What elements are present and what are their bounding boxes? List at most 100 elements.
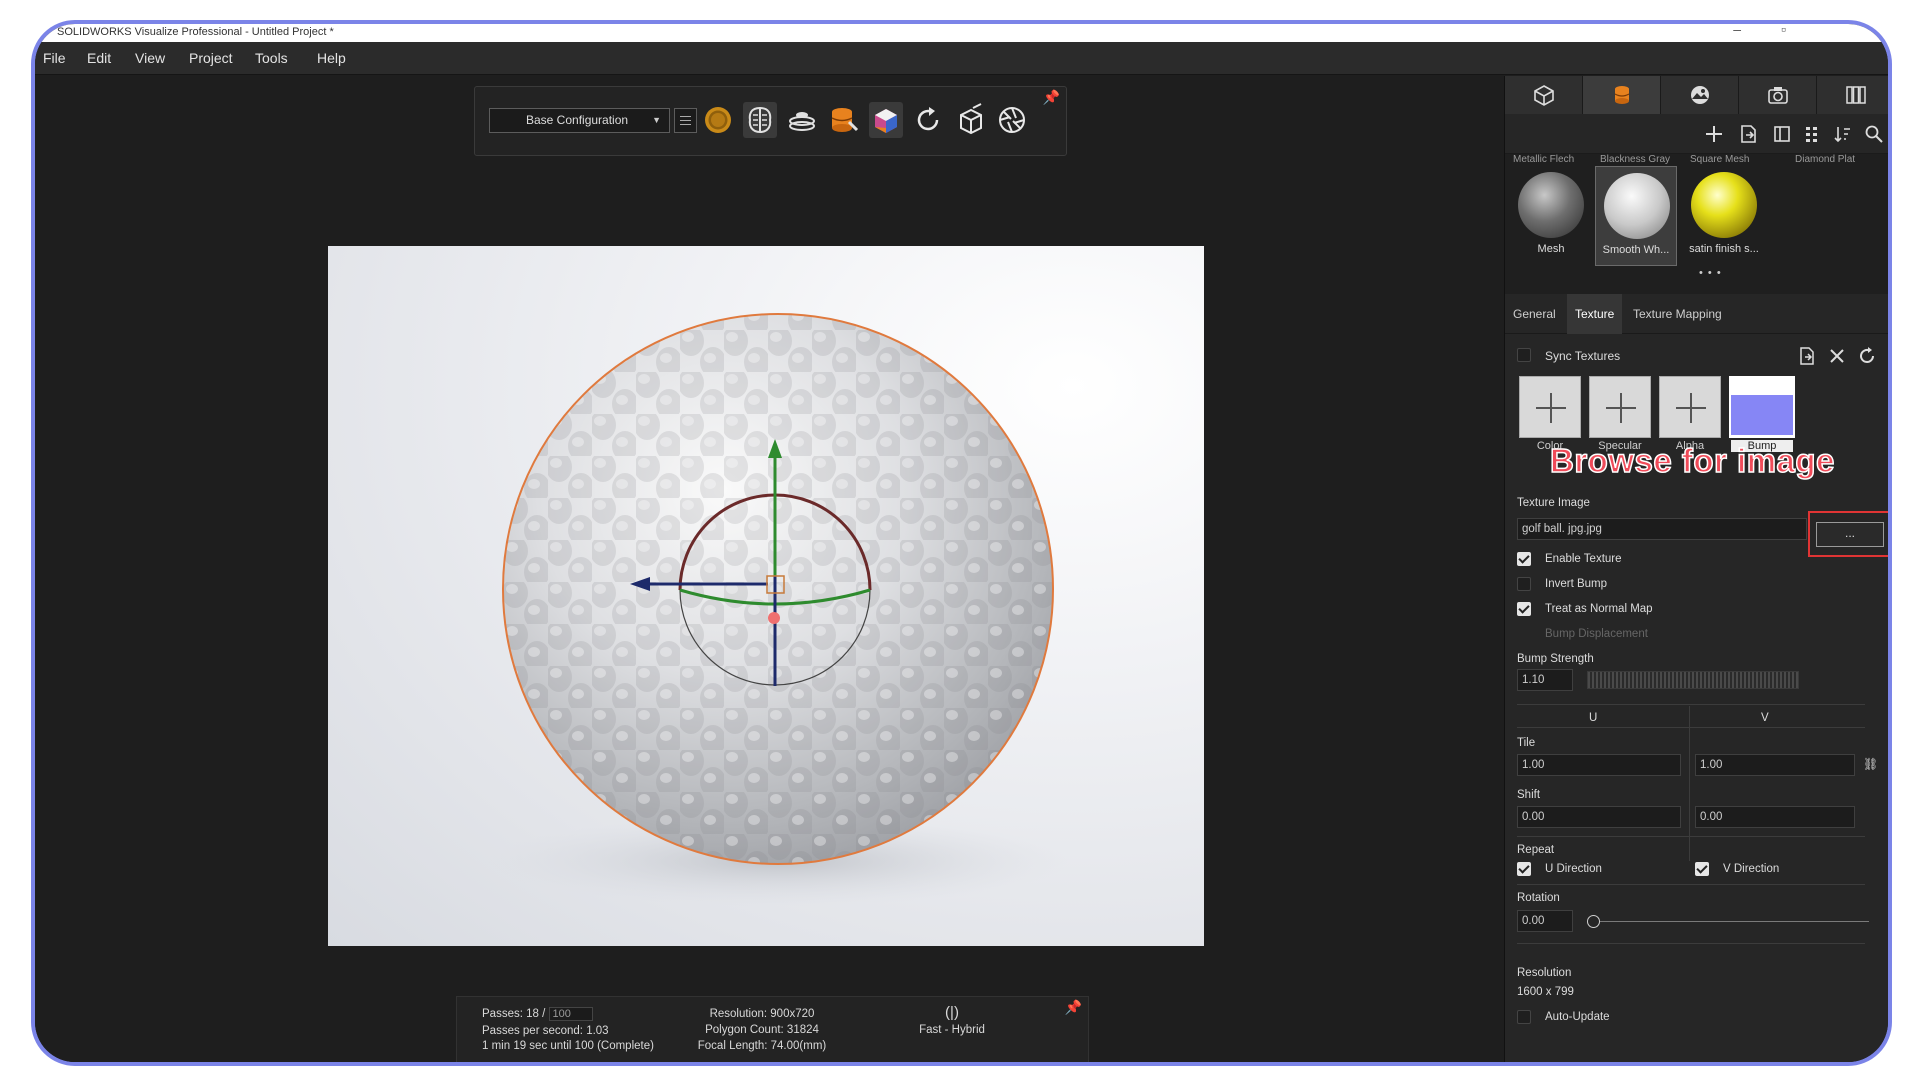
passes-label: Passes: 18 / — [482, 1008, 546, 1020]
u-direction-checkbox[interactable] — [1517, 862, 1531, 876]
shift-v-input[interactable]: 0.00 — [1695, 806, 1855, 828]
tile-label: Tile — [1517, 737, 1536, 749]
configuration-list-button[interactable] — [674, 108, 697, 133]
split-view-icon[interactable] — [1771, 123, 1793, 145]
tab-libraries[interactable] — [1817, 76, 1888, 114]
enable-texture-label: Enable Texture — [1545, 553, 1622, 565]
tab-texture[interactable]: Texture — [1567, 294, 1623, 334]
menu-file[interactable]: File — [43, 50, 66, 66]
auto-update-checkbox[interactable] — [1517, 1010, 1531, 1024]
browse-image-button[interactable]: ... — [1816, 522, 1884, 547]
tab-general[interactable]: General — [1505, 294, 1564, 334]
bump-displacement-label: Bump Displacement — [1545, 628, 1648, 640]
ai-denoiser-button[interactable] — [743, 102, 777, 138]
annotation-label: Browse for image — [1549, 441, 1835, 480]
minimize-icon[interactable]: – — [1733, 24, 1781, 37]
tab-appearances[interactable] — [1583, 76, 1661, 114]
rendered-golf-ball — [488, 313, 1068, 906]
database-button[interactable] — [827, 102, 861, 138]
load-texture-icon[interactable] — [1797, 346, 1817, 366]
grid-view-icon[interactable] — [1801, 123, 1823, 145]
bump-texture-slot[interactable] — [1729, 376, 1795, 438]
menu-view[interactable]: View — [135, 50, 165, 66]
tab-models[interactable] — [1505, 76, 1583, 114]
rotation-slider-track[interactable] — [1587, 921, 1869, 922]
refresh-button[interactable] — [911, 102, 945, 138]
library-item-mesh[interactable]: Mesh — [1510, 166, 1592, 266]
bump-texture-preview — [1731, 395, 1793, 435]
alpha-texture-slot[interactable] — [1659, 376, 1721, 438]
tab-cameras[interactable] — [1739, 76, 1817, 114]
menu-help[interactable]: Help — [317, 50, 346, 66]
bump-strength-slider[interactable] — [1587, 671, 1799, 689]
status-pin-icon[interactable]: 📌 — [1065, 999, 1082, 1016]
pin-icon[interactable]: 📌 — [1043, 89, 1060, 106]
bump-strength-input[interactable]: 1.10 — [1517, 669, 1573, 691]
treat-as-normal-map-checkbox[interactable] — [1517, 602, 1531, 616]
search-icon[interactable] — [1863, 123, 1885, 145]
menu-tools[interactable]: Tools — [255, 50, 288, 66]
view-cube-button[interactable] — [953, 102, 987, 138]
maximize-icon[interactable]: ▫ — [1781, 24, 1826, 37]
refresh-icon[interactable] — [1857, 346, 1877, 366]
color-texture-slot[interactable] — [1519, 376, 1581, 438]
render-canvas[interactable] — [328, 246, 1204, 946]
close-icon[interactable] — [1827, 346, 1847, 366]
library-item-label: Mesh — [1537, 243, 1565, 255]
turntable-icon — [789, 112, 815, 131]
tab-texture-mapping[interactable]: Texture Mapping — [1625, 294, 1730, 334]
sync-textures-checkbox[interactable] — [1517, 348, 1531, 362]
library-prev-label: Diamond Plat — [1795, 154, 1856, 165]
rotation-input[interactable]: 0.00 — [1517, 910, 1573, 932]
resolution-label: Resolution — [1517, 967, 1572, 979]
library-item-label: Smooth Wh... — [1602, 244, 1670, 256]
texture-image-path[interactable]: golf ball. jpg.jpg — [1517, 518, 1807, 540]
auto-update-label: Auto-Update — [1545, 1011, 1610, 1023]
link-icon[interactable]: ⛓ — [1863, 757, 1878, 771]
tab-scenes[interactable] — [1661, 76, 1739, 114]
configuration-select[interactable]: Base Configuration ▼ — [489, 108, 670, 133]
camera-icon — [1768, 87, 1788, 104]
add-icon[interactable] — [1703, 123, 1725, 145]
library-item-label: satin finish s... — [1689, 243, 1759, 255]
enable-texture-checkbox[interactable] — [1517, 552, 1531, 566]
menu-project[interactable]: Project — [189, 50, 233, 66]
v-direction-checkbox[interactable] — [1695, 862, 1709, 876]
u-direction-label: U Direction — [1545, 863, 1602, 875]
focal-length: Focal Length: 74.00(mm) — [697, 1040, 827, 1052]
render-mode-button[interactable] — [701, 102, 735, 138]
turntable-button[interactable] — [785, 102, 819, 138]
panel-scrollbar[interactable] — [1889, 334, 1892, 1064]
library-item-smooth-white[interactable]: Smooth Wh... — [1595, 166, 1677, 266]
configuration-value: Base Configuration — [526, 113, 629, 127]
more-dots-icon[interactable]: • • • — [1699, 267, 1722, 279]
menu-edit[interactable]: Edit — [87, 50, 111, 66]
specular-texture-slot[interactable] — [1589, 376, 1651, 438]
cube-icon — [875, 109, 897, 133]
render-mode-label[interactable]: Fast - Hybrid — [897, 1023, 1007, 1038]
texture-settings: Sync Textures Color Specular Alpha Bump … — [1505, 334, 1888, 1062]
library-item-satin-finish[interactable]: satin finish s... — [1683, 166, 1765, 266]
viewport[interactable]: Base Configuration ▼ 📌 Passes: 18 / 100 … — [35, 76, 1502, 1062]
tile-v-input[interactable]: 1.00 — [1695, 754, 1855, 776]
sort-icon[interactable] — [1831, 123, 1853, 145]
invert-bump-checkbox[interactable] — [1517, 577, 1531, 591]
bump-strength-label: Bump Strength — [1517, 653, 1594, 665]
refresh-icon — [917, 107, 939, 131]
aperture-icon — [999, 107, 1025, 133]
import-icon[interactable] — [1737, 123, 1759, 145]
invert-bump-label: Invert Bump — [1545, 578, 1607, 590]
tile-u-input[interactable]: 1.00 — [1517, 754, 1681, 776]
library-icon — [1846, 86, 1866, 104]
library-scrollbar[interactable] — [1890, 160, 1892, 272]
scene-tree-button[interactable] — [869, 102, 903, 138]
database-icon — [831, 108, 859, 132]
resolution-value: 1600 x 799 — [1517, 986, 1574, 998]
shift-label: Shift — [1517, 789, 1541, 801]
environment-icon — [1691, 86, 1709, 104]
rotation-slider-handle[interactable] — [1587, 915, 1600, 928]
camera-aperture-button[interactable] — [995, 102, 1029, 138]
passes-total-input[interactable]: 100 — [548, 1007, 593, 1021]
shift-u-input[interactable]: 0.00 — [1517, 806, 1681, 828]
viewport-toolbar: Base Configuration ▼ 📌 — [474, 86, 1067, 156]
